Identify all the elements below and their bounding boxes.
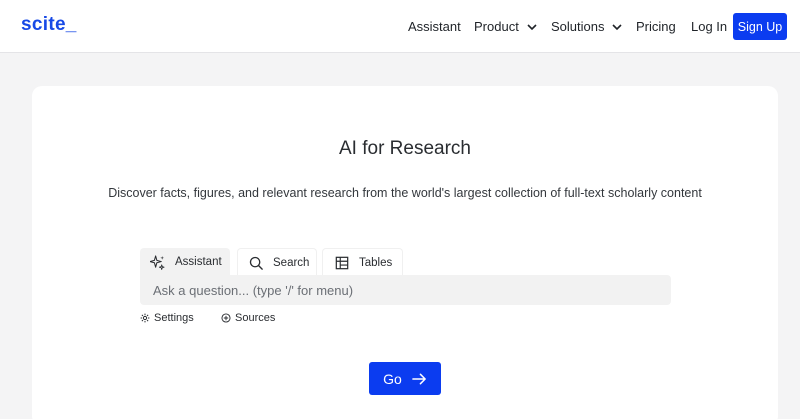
tab-search[interactable]: Search: [237, 248, 317, 276]
chevron-down-icon: [527, 23, 537, 30]
search-icon: [249, 256, 263, 270]
signup-button[interactable]: Sign Up: [733, 13, 787, 40]
nav-assistant[interactable]: Assistant: [408, 19, 461, 34]
page-subtitle: Discover facts, figures, and relevant re…: [108, 186, 702, 200]
nav-solutions[interactable]: Solutions: [551, 19, 623, 34]
nav-login-label: Log In: [691, 19, 728, 34]
chevron-down-icon: [612, 23, 623, 30]
gear-icon: [140, 313, 150, 323]
nav-product-label: Product: [474, 19, 519, 34]
nav-assistant-label: Assistant: [408, 19, 461, 34]
page-title: AI for Research: [339, 138, 471, 159]
settings-label: Settings: [154, 312, 194, 324]
scite-logo[interactable]: scite_: [21, 14, 77, 36]
site-header: scite_ Assistant Product Solutions Prici…: [0, 0, 800, 53]
sources-label: Sources: [235, 312, 276, 324]
arrow-right-icon: [412, 373, 426, 384]
ask-question-input[interactable]: [140, 275, 671, 305]
go-button[interactable]: Go: [369, 362, 441, 395]
nav-pricing-label: Pricing: [636, 19, 676, 34]
tab-assistant[interactable]: Assistant: [140, 248, 230, 276]
nav-login[interactable]: Log In: [691, 19, 727, 34]
tab-search-label: Search: [273, 256, 310, 269]
table-icon: [335, 256, 349, 269]
nav-solutions-label: Solutions: [551, 19, 605, 34]
go-button-label: Go: [383, 370, 402, 387]
plus-circle-icon: [221, 313, 231, 323]
tab-tables-label: Tables: [359, 256, 393, 269]
nav-product[interactable]: Product: [474, 19, 538, 34]
tab-tables[interactable]: Tables: [322, 248, 403, 276]
sources-option[interactable]: Sources: [221, 312, 275, 324]
sparkle-icon: [150, 254, 165, 270]
settings-option[interactable]: Settings: [140, 312, 194, 324]
tab-assistant-label: Assistant: [175, 256, 222, 268]
nav-pricing[interactable]: Pricing: [636, 19, 676, 34]
